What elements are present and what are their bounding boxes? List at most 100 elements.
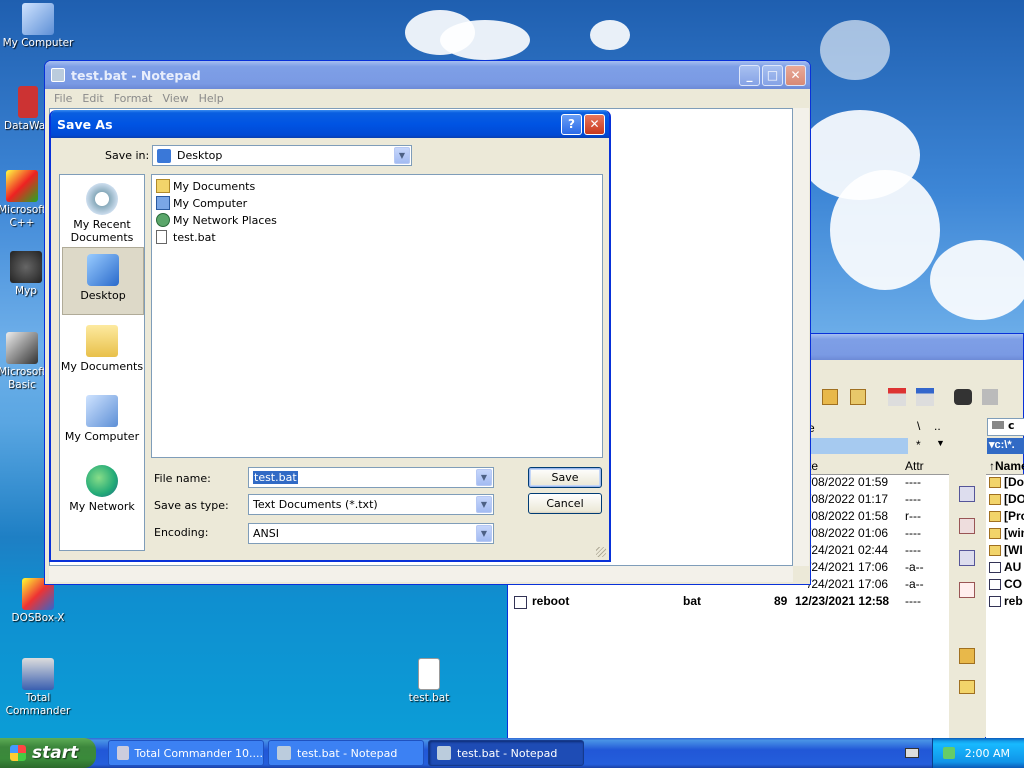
tc-right-row[interactable]: CO (989, 577, 1022, 591)
tc-right-row[interactable]: [WI (989, 543, 1023, 557)
close-button[interactable]: ✕ (785, 64, 806, 86)
taskbar: start Total Commander 10.... test.bat - … (0, 738, 1024, 768)
tc-row-date: /08/2022 01:17 (808, 492, 889, 506)
network-places-icon (156, 213, 170, 227)
tc-filter-dropdown[interactable]: ▼ (936, 438, 945, 448)
desktop-icon-total-commander[interactable]: Total Commander (0, 658, 76, 718)
unpack-icon[interactable] (850, 389, 866, 405)
place-my-computer[interactable]: My Computer (60, 395, 144, 443)
desktop-icon-my-computer[interactable]: My Computer (0, 3, 76, 50)
file-list[interactable]: My Documents My Computer My Network Plac… (151, 174, 603, 458)
network-tray-icon[interactable] (942, 747, 955, 759)
maximize-button[interactable]: □ (762, 64, 783, 86)
tc-right-row[interactable]: [Pro (989, 509, 1024, 523)
resize-grip-icon[interactable] (596, 547, 606, 557)
chevron-down-icon[interactable]: ▼ (476, 496, 492, 513)
keyboard-icon[interactable] (905, 748, 919, 758)
my-computer-icon (86, 395, 118, 427)
desktop-icon-dosbox[interactable]: DOSBox-X (0, 578, 76, 625)
tc-right-row-label: [Do (1004, 475, 1024, 489)
tc-right-row[interactable]: reb (989, 594, 1023, 608)
file-name-value[interactable]: test.bat (253, 471, 298, 484)
url-icon[interactable] (916, 388, 934, 406)
menu-format[interactable]: Format (109, 92, 158, 105)
start-button[interactable]: start (0, 738, 96, 768)
tc-right-path[interactable]: ▾c:\*. (987, 438, 1024, 454)
save-button[interactable]: Save (528, 467, 602, 488)
copy-icon[interactable] (959, 550, 975, 566)
place-my-documents[interactable]: My Documents (60, 325, 144, 373)
tc-right-row[interactable]: [Do (989, 475, 1024, 489)
tc-row-date: /08/2022 01:58 (808, 509, 889, 523)
desktop-icon-label: Microsoft C++ (0, 204, 46, 229)
encoding-label: Encoding: (154, 526, 209, 539)
batch-file-icon (418, 658, 440, 690)
tc-vertical-toolbar (949, 474, 985, 739)
qbasic-icon (6, 332, 38, 364)
desktop-icon-test-bat[interactable]: test.bat (391, 658, 467, 705)
tc-path-sep[interactable]: \ (917, 419, 920, 433)
menu-edit[interactable]: Edit (77, 92, 108, 105)
help-button[interactable]: ? (561, 113, 582, 135)
place-desktop[interactable]: Desktop (62, 247, 144, 315)
folder-icon (989, 510, 1001, 522)
move-icon[interactable] (959, 582, 975, 598)
tc-right-row[interactable]: [DO (989, 492, 1024, 506)
menu-help[interactable]: Help (194, 92, 229, 105)
folder-icon (156, 179, 170, 193)
list-item[interactable]: My Network Places (156, 212, 277, 228)
notepad-vscrollbar[interactable] (793, 108, 809, 566)
tc-right-row[interactable]: AU (989, 560, 1021, 574)
menu-view[interactable]: View (158, 92, 194, 105)
tc-col-attr[interactable]: Attr (905, 459, 924, 473)
tc-row-attr: -a-- (905, 560, 924, 574)
view-file-icon[interactable] (959, 486, 975, 502)
task-notepad-active[interactable]: test.bat - Notepad (428, 740, 584, 766)
pack-icon[interactable] (822, 389, 838, 405)
notepad-menubar: File Edit Format View Help (45, 89, 810, 108)
tc-row-attr: -a-- (905, 577, 924, 591)
save-in-combo[interactable]: Desktop ▼ (152, 145, 412, 166)
list-item[interactable]: My Documents (156, 178, 255, 194)
task-notepad[interactable]: test.bat - Notepad (268, 740, 424, 766)
notepad-hscrollbar[interactable] (49, 566, 793, 582)
save-as-titlebar[interactable]: Save As ? ✕ (51, 110, 609, 138)
chevron-down-icon[interactable]: ▼ (476, 525, 492, 542)
tc-left-path-bar[interactable] (808, 438, 908, 454)
file-name-combo[interactable]: test.bat ▼ (248, 467, 494, 488)
list-item[interactable]: test.bat (156, 229, 216, 245)
edit-file-icon[interactable] (959, 518, 975, 534)
tc-right-col-name[interactable]: ↑Name (989, 459, 1024, 473)
notepad-icon (51, 68, 65, 82)
raccoon-icon (10, 251, 42, 283)
ftp-icon[interactable] (888, 388, 906, 406)
desktop-icon-label: Total Commander (5, 692, 71, 717)
task-total-commander[interactable]: Total Commander 10.... (108, 740, 264, 766)
clock[interactable]: 2:00 AM (965, 747, 1010, 760)
binoculars-icon[interactable] (954, 389, 972, 405)
place-my-network[interactable]: My Network (60, 465, 144, 513)
tc-right-row[interactable]: [win (989, 526, 1024, 540)
place-recent-documents[interactable]: My Recent Documents (60, 183, 144, 244)
minimize-button[interactable]: _ (739, 64, 760, 86)
new-folder-icon[interactable] (959, 680, 975, 694)
tc-filter-star[interactable]: * (916, 438, 921, 452)
menu-file[interactable]: File (49, 92, 77, 105)
save-as-type-combo[interactable]: Text Documents (*.txt) ▼ (248, 494, 494, 515)
multi-rename-icon[interactable] (982, 389, 998, 405)
close-button[interactable]: ✕ (584, 113, 605, 135)
chevron-down-icon[interactable]: ▼ (394, 147, 410, 164)
notepad-titlebar[interactable]: test.bat - Notepad _ □ ✕ (45, 61, 810, 89)
batch-file-icon (156, 230, 167, 244)
tc-right-drive-button[interactable]: c (987, 418, 1024, 436)
list-item[interactable]: My Computer (156, 195, 247, 211)
tc-path-dots[interactable]: .. (934, 419, 941, 433)
msvc-icon (6, 170, 38, 202)
tc-row-attr: ---- (905, 475, 921, 489)
pack-files-icon[interactable] (959, 648, 975, 664)
tc-row-name[interactable]: reboot (532, 594, 569, 608)
save-as-dialog[interactable]: Save As ? ✕ Save in: Desktop ▼ ◀ ⬆ ✱ ▦▾ … (49, 110, 611, 562)
encoding-combo[interactable]: ANSI ▼ (248, 523, 494, 544)
chevron-down-icon[interactable]: ▼ (476, 469, 492, 486)
cancel-button[interactable]: Cancel (528, 493, 602, 514)
